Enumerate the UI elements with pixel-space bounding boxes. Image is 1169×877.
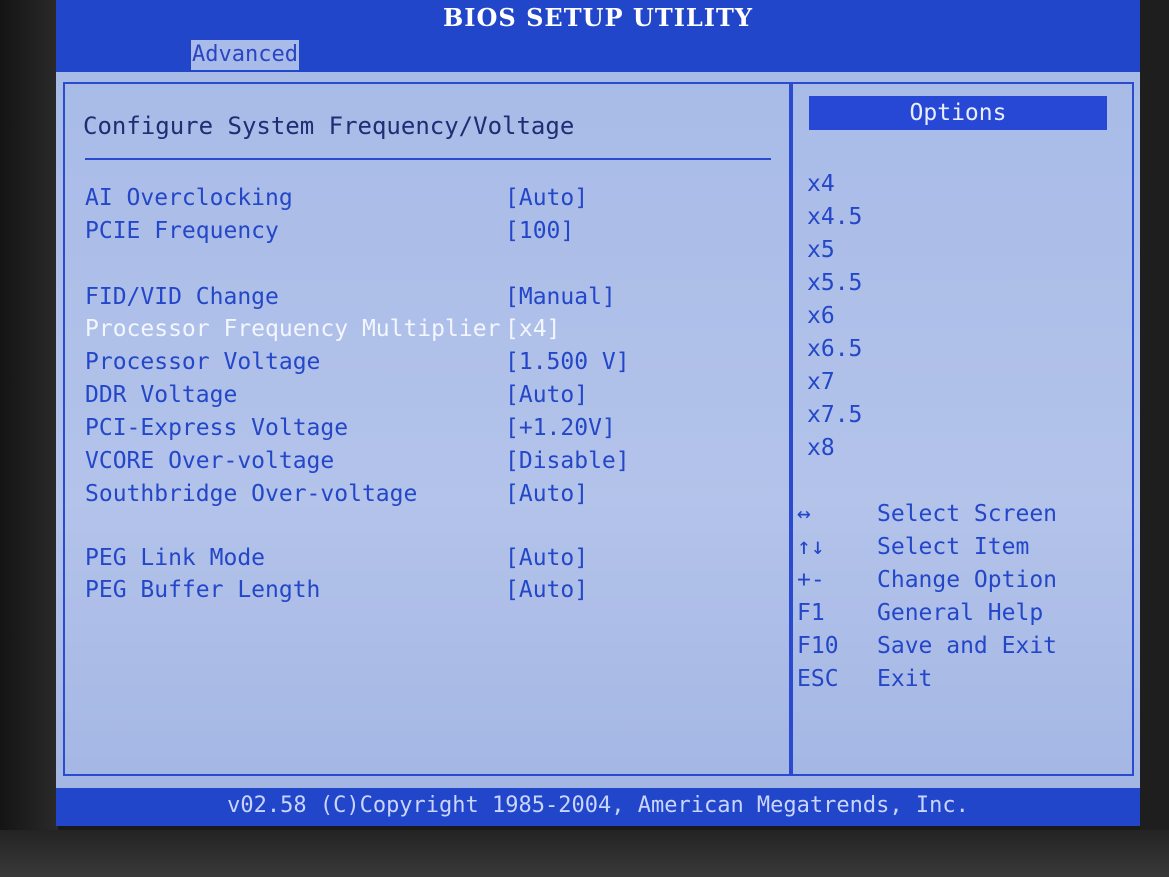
option-item[interactable]: x7.5	[807, 399, 862, 431]
setting-label: DDR Voltage	[85, 382, 238, 408]
setting-value[interactable]: [Auto]	[505, 379, 588, 411]
help-key: F1	[797, 600, 825, 626]
setting-ddr-voltage[interactable]: DDR Voltage [Auto]	[85, 379, 775, 411]
help-exit: ESC Exit	[797, 663, 1117, 695]
setting-vcore-over-voltage[interactable]: VCORE Over-voltage [Disable]	[85, 445, 775, 477]
tab-advanced[interactable]: Advanced	[191, 40, 299, 70]
setting-value[interactable]: [x4]	[505, 313, 560, 345]
help-description: General Help	[877, 600, 1044, 626]
option-item[interactable]: x4.5	[807, 201, 862, 233]
option-item[interactable]: x4	[807, 168, 835, 200]
settings-panel: Configure System Frequency/Voltage AI Ov…	[63, 82, 793, 776]
setting-label: PEG Buffer Length	[85, 577, 321, 603]
main-area: Configure System Frequency/Voltage AI Ov…	[56, 72, 1140, 788]
help-description: Select Item	[877, 534, 1030, 560]
setting-processor-frequency-multiplier[interactable]: Processor Frequency Multiplier [x4]	[85, 313, 775, 345]
setting-peg-link-mode[interactable]: PEG Link Mode [Auto]	[85, 542, 775, 574]
setting-label: PCIE Frequency	[85, 218, 279, 244]
help-change-option: +- Change Option	[797, 564, 1117, 596]
setting-value[interactable]: [1.500 V]	[505, 346, 630, 378]
monitor-bezel-left	[0, 0, 58, 877]
setting-pci-express-voltage[interactable]: PCI-Express Voltage [+1.20V]	[85, 412, 775, 444]
setting-southbridge-over-voltage[interactable]: Southbridge Over-voltage [Auto]	[85, 478, 775, 510]
setting-processor-voltage[interactable]: Processor Voltage [1.500 V]	[85, 346, 775, 378]
copyright-footer: v02.58 (C)Copyright 1985-2004, American …	[56, 788, 1140, 826]
setting-label: Processor Frequency Multiplier	[85, 316, 501, 342]
help-general-help: F1 General Help	[797, 597, 1117, 629]
setting-peg-buffer-length[interactable]: PEG Buffer Length [Auto]	[85, 574, 775, 606]
up-down-arrows-icon: ↑↓	[797, 534, 825, 560]
option-item[interactable]: x5	[807, 234, 835, 266]
options-header: Options	[809, 96, 1107, 130]
option-item[interactable]: x6.5	[807, 333, 862, 365]
setting-pcie-frequency[interactable]: PCIE Frequency [100]	[85, 215, 775, 247]
option-item[interactable]: x6	[807, 300, 835, 332]
help-key: F10	[797, 633, 839, 659]
help-description: Save and Exit	[877, 633, 1058, 659]
setting-label: FID/VID Change	[85, 284, 279, 310]
setting-value[interactable]: [Auto]	[505, 182, 588, 214]
option-item[interactable]: x8	[807, 432, 835, 464]
help-save-and-exit: F10 Save and Exit	[797, 630, 1117, 662]
setting-ai-overclocking[interactable]: AI Overclocking [Auto]	[85, 182, 775, 214]
heading-divider	[85, 158, 771, 160]
plus-minus-keys-icon: +-	[797, 567, 825, 593]
setting-value[interactable]: [Disable]	[505, 445, 630, 477]
setting-value[interactable]: [100]	[505, 215, 574, 247]
help-description: Change Option	[877, 567, 1058, 593]
left-right-arrows-icon: ↔	[797, 501, 811, 527]
help-select-screen: ↔ Select Screen	[797, 498, 1117, 530]
bios-screen: BIOS SETUP UTILITY Advanced Configure Sy…	[56, 0, 1140, 826]
option-item[interactable]: x5.5	[807, 267, 862, 299]
help-description: Select Screen	[877, 501, 1058, 527]
panel-heading: Configure System Frequency/Voltage	[83, 112, 575, 140]
monitor-bezel-right	[1140, 0, 1169, 877]
setting-label: PEG Link Mode	[85, 545, 266, 571]
option-item[interactable]: x7	[807, 366, 835, 398]
setting-value[interactable]: [Auto]	[505, 574, 588, 606]
setting-label: VCORE Over-voltage	[85, 448, 335, 474]
setting-value[interactable]: [Auto]	[505, 542, 588, 574]
setting-label: Southbridge Over-voltage	[85, 481, 418, 507]
setting-label: Processor Voltage	[85, 349, 321, 375]
setting-value[interactable]: [+1.20V]	[505, 412, 616, 444]
setting-label: AI Overclocking	[85, 185, 293, 211]
help-description: Exit	[877, 666, 933, 692]
setting-fid-vid-change[interactable]: FID/VID Change [Manual]	[85, 281, 775, 313]
bios-title: BIOS SETUP UTILITY	[56, 0, 1140, 36]
options-panel: Options x4 x4.5 x5 x5.5 x6 x6.5 x7 x7.5 …	[789, 82, 1134, 776]
setting-label: PCI-Express Voltage	[85, 415, 349, 441]
help-select-item: ↑↓ Select Item	[797, 531, 1117, 563]
setting-value[interactable]: [Auto]	[505, 478, 588, 510]
setting-value[interactable]: [Manual]	[505, 281, 616, 313]
menu-bar: Advanced	[56, 36, 1140, 72]
help-key: ESC	[797, 666, 839, 692]
monitor-bezel-bottom	[0, 830, 1169, 877]
